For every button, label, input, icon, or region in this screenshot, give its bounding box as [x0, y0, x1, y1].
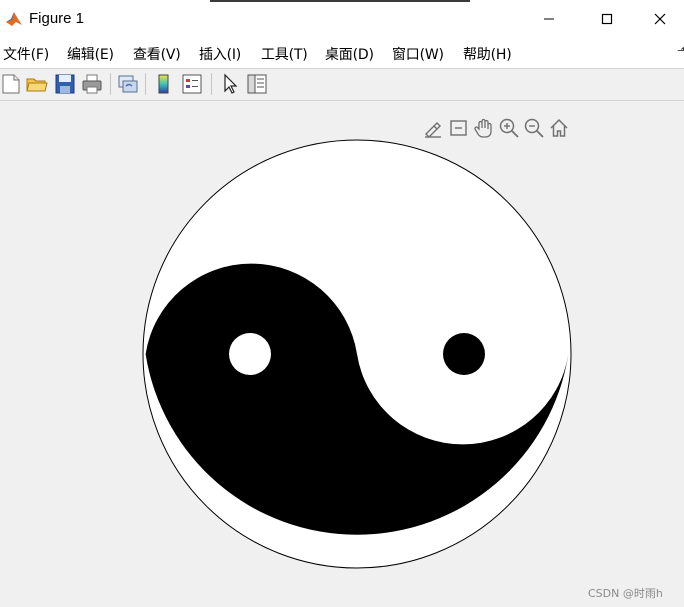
menu-view[interactable]: 查看(V): [133, 44, 181, 64]
insert-colorbar-icon[interactable]: [152, 72, 176, 96]
dock-arrow-icon[interactable]: ⬏: [677, 44, 684, 57]
dark-dot-in-light: [443, 333, 485, 375]
menu-tools[interactable]: 工具(T): [261, 44, 308, 64]
new-figure-icon[interactable]: [0, 72, 24, 96]
maximize-button[interactable]: [578, 2, 636, 36]
close-icon: [654, 13, 666, 25]
menu-desktop[interactable]: 桌面(D): [325, 44, 374, 64]
link-plot-icon[interactable]: [116, 72, 140, 96]
maximize-icon: [601, 13, 613, 25]
figure-window: Figure 1 文件(F) 编辑(E) 查看(V) 插入(I) 工具(T) 桌…: [0, 0, 684, 607]
menu-insert[interactable]: 插入(I): [199, 44, 241, 64]
watermark-text: CSDN @时雨h: [588, 587, 663, 600]
figure-toolbar: [0, 69, 684, 101]
open-file-icon[interactable]: [25, 72, 49, 96]
toolbar-separator: [110, 73, 111, 95]
property-inspector-icon[interactable]: [245, 72, 269, 96]
zoom-in-icon[interactable]: [498, 117, 520, 139]
menu-help[interactable]: 帮助(H): [463, 44, 512, 64]
title-bar[interactable]: Figure 1: [0, 2, 684, 36]
brush-data-icon[interactable]: [422, 117, 444, 139]
figure-canvas[interactable]: CSDN @时雨h: [0, 101, 684, 607]
zoom-out-icon[interactable]: [523, 117, 545, 139]
minimize-icon: [544, 18, 554, 20]
menu-bar: 文件(F) 编辑(E) 查看(V) 插入(I) 工具(T) 桌面(D) 窗口(W…: [0, 36, 684, 69]
matlab-logo-icon: [5, 10, 23, 28]
print-figure-icon[interactable]: [80, 72, 104, 96]
window-title: Figure 1: [29, 10, 85, 27]
minimize-button[interactable]: [520, 2, 578, 36]
yin-yang-plot[interactable]: [0, 101, 684, 607]
axes-toolbar: [420, 117, 575, 139]
menu-file[interactable]: 文件(F): [3, 44, 49, 64]
edit-plot-icon[interactable]: [218, 72, 242, 96]
toolbar-separator: [211, 73, 212, 95]
pan-hand-icon[interactable]: [473, 117, 495, 139]
menu-edit[interactable]: 编辑(E): [67, 44, 114, 64]
close-button[interactable]: [636, 2, 684, 36]
light-dot-in-dark: [229, 333, 271, 375]
save-figure-icon[interactable]: [53, 72, 77, 96]
toolbar-separator: [145, 73, 146, 95]
insert-legend-icon[interactable]: [180, 72, 204, 96]
menu-window[interactable]: 窗口(W): [392, 44, 444, 64]
restore-view-home-icon[interactable]: [548, 117, 570, 139]
data-tips-icon[interactable]: [448, 117, 470, 139]
